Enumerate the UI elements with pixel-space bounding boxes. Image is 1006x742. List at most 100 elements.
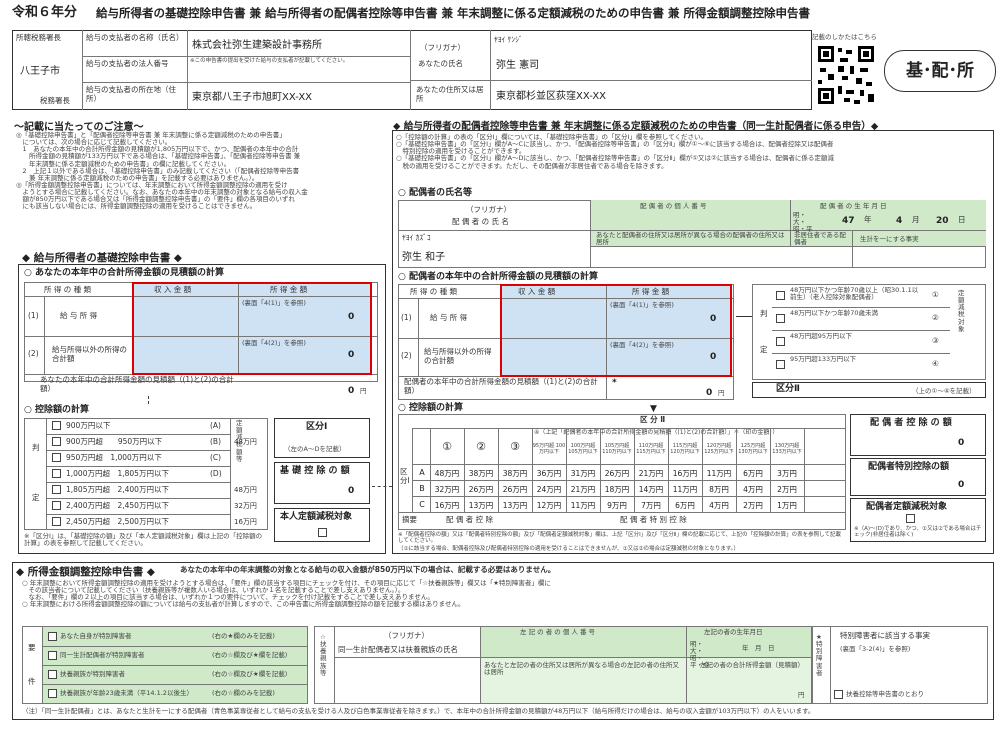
basic-range-amount: 48万円: [234, 486, 257, 494]
judge-code: ③: [932, 336, 939, 345]
qr-code-icon[interactable]: [816, 44, 876, 106]
spouse-special-label: 配偶者特別控除の額: [868, 462, 950, 472]
spouse-deduction-label: 配 偶 者 控 除 の 額: [870, 418, 952, 428]
spouse-total-value[interactable]: 0: [706, 388, 712, 398]
requirement-checkbox[interactable]: [48, 632, 57, 641]
judge-checkbox[interactable]: [776, 337, 785, 346]
spouse-reduction-note: ※（A)～(D)であり、かつ、①又は②である場合はチェック(非居住者は除く): [854, 526, 982, 539]
table-cell: 16万円: [434, 501, 460, 510]
requirement-checkbox[interactable]: [48, 670, 57, 679]
dep-furigana-label: （フリガナ）: [384, 631, 429, 640]
spouse-income-highlight: [500, 284, 732, 377]
requirement-label: 扶養親族が年齢23歳未満（平14.1.2以後生）: [60, 689, 193, 697]
your-name-label: あなたの氏名: [418, 59, 463, 68]
basic-deduction-label: 基 礎 控 除 の 額: [280, 466, 350, 476]
spouse-furigana-label: （フリガナ）: [466, 205, 511, 214]
spouse-birth-label: 配 偶 者 の 生 年 月 日: [820, 202, 887, 210]
requirement-checkbox[interactable]: [48, 689, 57, 698]
spouse-row1-value[interactable]: 0: [710, 314, 716, 324]
spouse-name-section: ○ 配偶者の氏名等: [398, 188, 472, 198]
dep-income-label: 左記の者の合計所得金額（見積額）: [700, 661, 804, 669]
basic-row2-value[interactable]: 0: [348, 350, 354, 360]
spouse-reduction-checkbox[interactable]: [906, 514, 915, 523]
basic-range-checkbox[interactable]: [52, 453, 61, 462]
spouse-row2-num: (2): [401, 351, 412, 360]
table-cell: 9万円: [607, 501, 627, 510]
spouse-furigana[interactable]: ﾔﾖｲ ｶｽﾞｺ: [402, 233, 431, 243]
special-ref: (裏面「3-2(4)」を参照): [840, 645, 911, 653]
spouse-birth-month[interactable]: 4: [896, 216, 902, 226]
req-bottom: 件: [28, 677, 36, 686]
spouse-personal-number-label: 配 偶 者 の 個 人 番 号: [640, 202, 707, 210]
spouse-row2-value[interactable]: 0: [710, 352, 716, 362]
basic-range-checkbox[interactable]: [52, 469, 61, 478]
tax-office-value[interactable]: 八王子市: [20, 66, 60, 78]
table-cell: 13万円: [502, 501, 528, 510]
judge-code: ①: [932, 290, 939, 299]
payer-name-value[interactable]: 株式会社弥生建築設計事務所: [192, 40, 322, 52]
table-cell: 6万円: [675, 501, 695, 510]
spouse-total-mark: *: [612, 378, 617, 388]
your-name[interactable]: 弥生 憲司: [496, 60, 539, 72]
spouse-birth-year[interactable]: 47: [842, 216, 855, 226]
payer-address-value[interactable]: 東京都八王子市旭町XX-XX: [192, 92, 312, 104]
basic-range-code: (D): [210, 469, 222, 478]
dep-ymd[interactable]: 年 月 日: [742, 644, 775, 652]
footer-note: （注）「同一生計配偶者」とは、あなたと生計を一にする配偶者（青色事業専従者として…: [22, 707, 815, 715]
adjustment-notes: ○ 年末調整において所得金額調整控除の適用を受けようとする場合は、「要件」欄の該…: [22, 579, 551, 609]
spouse-name[interactable]: 弥生 和子: [402, 252, 445, 264]
category1-note: （左のA～Dを記載）: [284, 445, 346, 453]
dep-personal-number-label: 左 記 の 者 の 個 人 番 号: [520, 628, 596, 636]
special-checkbox[interactable]: [834, 690, 843, 699]
your-address[interactable]: 東京都杉並区荻窪XX-XX: [496, 91, 606, 103]
basic-range-checkbox[interactable]: [52, 501, 61, 510]
judge-checkbox[interactable]: [776, 360, 785, 369]
self-reduction-checkbox[interactable]: [318, 528, 327, 537]
basic-range-checkbox[interactable]: [52, 421, 61, 430]
tax-office-suffix: 税務署長: [40, 96, 70, 105]
furigana-label: （フリガナ）: [420, 43, 465, 52]
judge-checkbox[interactable]: [776, 314, 785, 323]
table-sub-head: 130万円超 133万円以下: [772, 443, 802, 455]
your-furigana[interactable]: ﾔﾖｲ ｹﾝｼﾞ: [494, 35, 523, 45]
qr-caption: 記載のしかたはこちら: [812, 33, 877, 41]
basic-range-code: (A): [210, 421, 221, 430]
basic-row1-num: (1): [28, 311, 39, 320]
basic-total-value[interactable]: 0: [348, 386, 354, 396]
table-cell: 14万円: [638, 485, 664, 494]
basic-judge-top: 判: [32, 443, 40, 452]
table-footer-right: 配 偶 者 特 別 控 除: [620, 515, 687, 524]
table-row-code: C: [419, 500, 425, 509]
spouse-birth-day[interactable]: 20: [936, 216, 949, 226]
basic-range-label: 900万円超 950万円以下: [66, 437, 163, 446]
dep-address-diff-label: あなたと左記の者の住所又は居所が異なる場合の左記の者の住所又は居所: [484, 661, 679, 677]
requirement-checkbox[interactable]: [48, 651, 57, 660]
basic-total-yen: 円: [360, 387, 367, 395]
basic-row1-ref: (裏面「4(1)」を参照): [242, 299, 306, 307]
judge-label: 48万円以下かつ年齢70歳未満: [790, 309, 879, 317]
basic-range-checkbox[interactable]: [52, 485, 61, 494]
spouse-row1-num: (1): [401, 313, 412, 322]
table-sub-head: 110万円超 115万円以下: [636, 443, 666, 455]
judge-checkbox[interactable]: [776, 291, 785, 300]
basic-row1-value[interactable]: 0: [348, 312, 354, 322]
table-cell: 18万円: [604, 485, 630, 494]
spouse-col-income: 所 得 金 額: [632, 287, 670, 296]
spouse-income-section: ○ 配偶者の本年中の合計所得金額の見積額の計算: [398, 272, 598, 282]
basic-range-checkbox[interactable]: [52, 517, 61, 526]
table-cell: 16万円: [672, 469, 698, 478]
requirement-label: 扶養親族が特別障害者: [60, 670, 125, 678]
dependents-side: ☆扶養親族等: [320, 633, 327, 677]
basic-range-checkbox[interactable]: [52, 437, 61, 446]
basic-deduction-value[interactable]: 0: [348, 486, 354, 496]
payer-address-label: 給与の支払者の所在地（住所）: [86, 85, 176, 103]
spouse-same-living-label: 生計を一にする事実: [860, 235, 919, 243]
special-side: ★特別障害者: [816, 633, 823, 677]
spouse-special-value[interactable]: 0: [958, 480, 964, 490]
arrow-to-judge: [736, 316, 752, 317]
table-row-code: A: [419, 468, 425, 477]
spouse-deduction-value[interactable]: 0: [958, 438, 964, 448]
table-cell: 1万円: [777, 501, 797, 510]
form-year: 令和６年分: [12, 5, 78, 20]
spouse-footnote-2: （①に該当する場合、配偶者控除及び配偶者特別控除の適用を受けることはできませんが…: [398, 546, 740, 552]
